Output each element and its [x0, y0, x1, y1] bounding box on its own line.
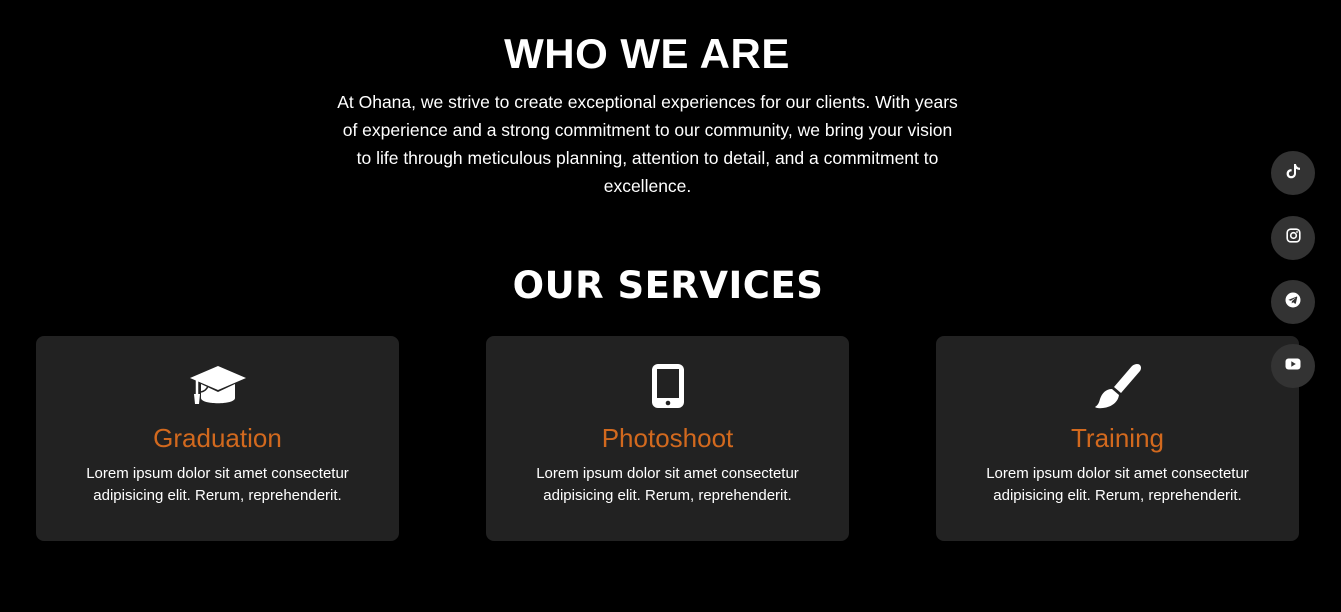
telegram-icon: [1285, 292, 1301, 313]
youtube-icon: [1285, 357, 1301, 375]
services-cards: Graduation Lorem ipsum dolor sit amet co…: [36, 336, 1299, 541]
service-card-photoshoot[interactable]: Photoshoot Lorem ipsum dolor sit amet co…: [486, 336, 849, 541]
paint-brush-icon: [936, 362, 1299, 410]
graduation-cap-icon: [36, 362, 399, 410]
mobile-phone-icon: [486, 362, 849, 410]
service-description: Lorem ipsum dolor sit amet consectetur a…: [986, 465, 1249, 504]
service-card-training[interactable]: Training Lorem ipsum dolor sit amet cons…: [936, 336, 1299, 541]
service-title: Photoshoot: [601, 423, 734, 453]
instagram-icon: [1285, 228, 1301, 248]
telegram-button[interactable]: [1271, 280, 1315, 324]
service-description: Lorem ipsum dolor sit amet consectetur a…: [86, 465, 349, 504]
service-title: Training: [1071, 423, 1164, 453]
instagram-button[interactable]: [1271, 216, 1315, 260]
tiktok-icon: [1285, 163, 1301, 184]
about-title: WHO WE ARE: [504, 30, 790, 77]
services-title: OUR SERVICES: [512, 264, 824, 307]
service-description: Lorem ipsum dolor sit amet consectetur a…: [536, 465, 799, 504]
service-card-graduation[interactable]: Graduation Lorem ipsum dolor sit amet co…: [36, 336, 399, 541]
page: WHO WE ARE At Ohana, we strive to create…: [0, 0, 1341, 612]
service-title: Graduation: [153, 423, 282, 453]
tiktok-button[interactable]: [1271, 151, 1315, 195]
about-text: At Ohana, we strive to create exceptiona…: [337, 92, 958, 196]
youtube-button[interactable]: [1271, 344, 1315, 388]
